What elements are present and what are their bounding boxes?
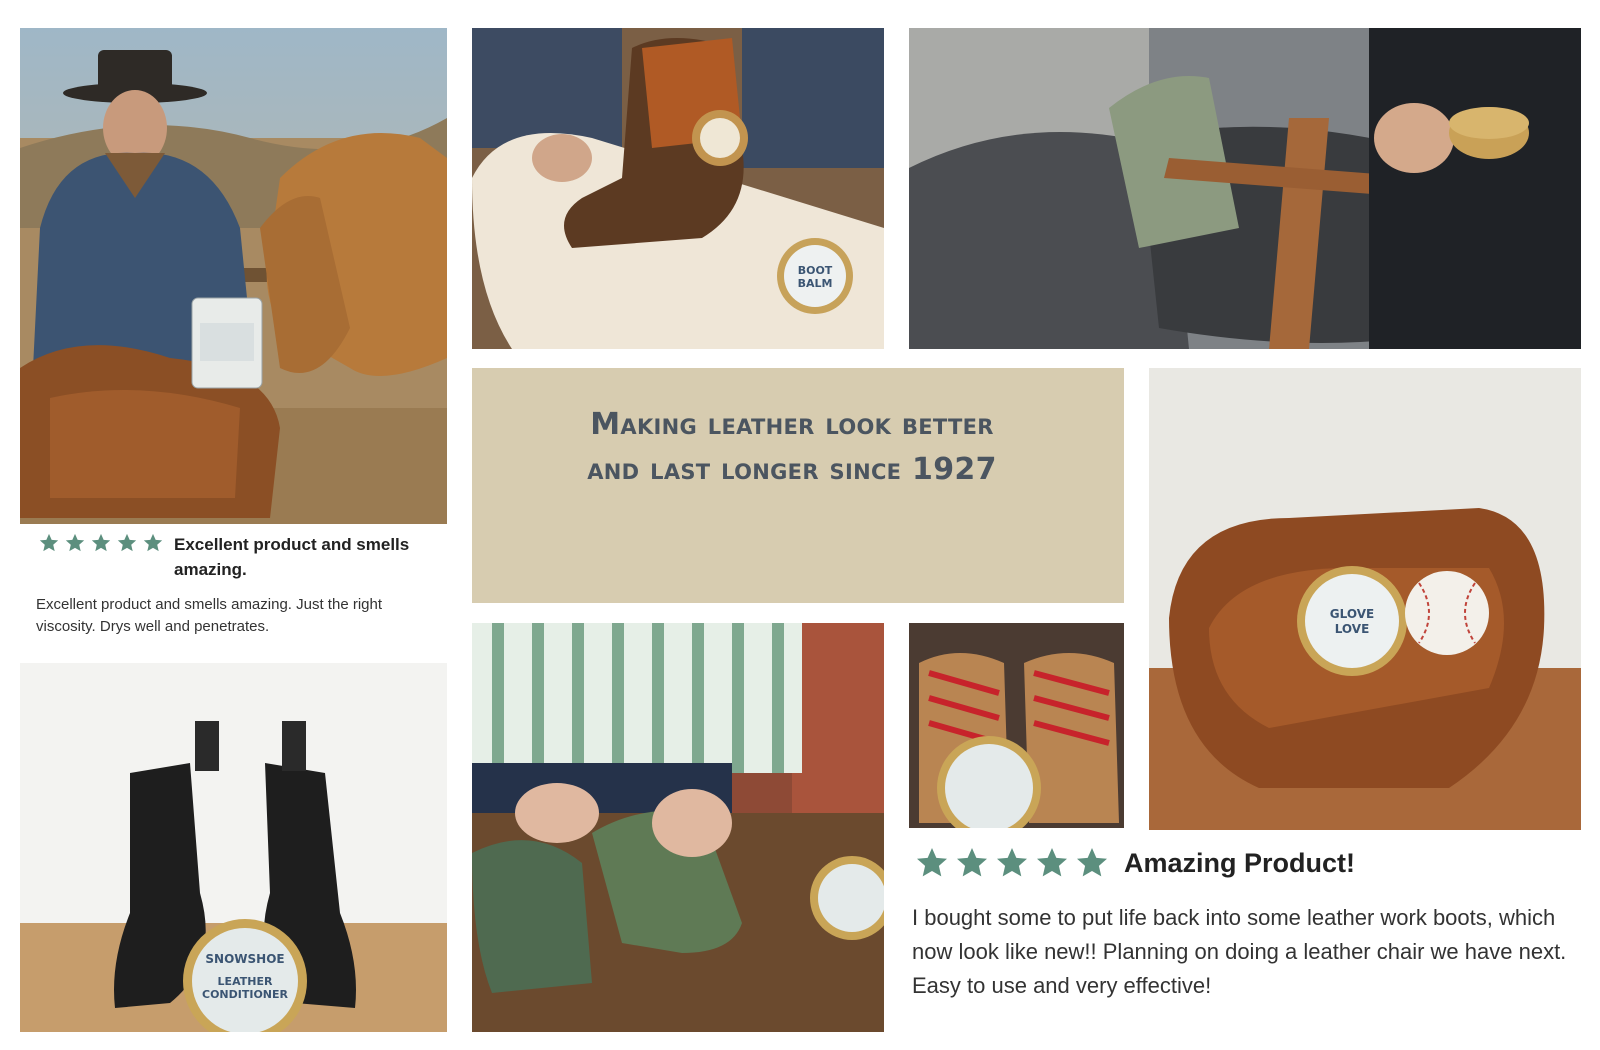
conditioner-label-l2: CONDITIONER (202, 988, 289, 1001)
brand-label: SNOWSHOE (205, 952, 284, 966)
glove-love-label-l2: LOVE (1335, 622, 1370, 636)
review-title: Amazing Product! (1124, 847, 1356, 878)
boot-balm-label-l2: BALM (798, 277, 833, 290)
photo-saddlebag-gloves (909, 28, 1581, 349)
tagline-line-2: and last longer since 1927 (587, 452, 997, 487)
tagline-line-1: Making leather look better (590, 407, 994, 442)
photo-cowboy-horse-saddle (20, 28, 447, 524)
review-body: I bought some to put life back into some… (912, 905, 1567, 998)
glove-love-label-l1: GLOVE (1330, 607, 1374, 621)
tagline-banner: Making leather look better and last long… (472, 368, 1124, 603)
star-icon (114, 532, 140, 554)
photo-boot-balm-application: BOOT BALM (472, 28, 884, 349)
review-body: Excellent product and smells amazing. Ju… (36, 596, 383, 635)
star-icon (140, 532, 166, 554)
star-icon (88, 532, 114, 554)
photo-baseball-glove: GLOVE LOVE (1149, 368, 1581, 830)
star-icon (992, 845, 1032, 881)
review-title: Excellent product and smells amazing. (174, 535, 410, 579)
star-rating (912, 845, 1112, 881)
photo-hiking-boots-red-laces (909, 623, 1124, 828)
boot-balm-label-l1: BOOT (798, 264, 833, 277)
star-rating (36, 532, 166, 554)
star-icon (912, 845, 952, 881)
star-icon (952, 845, 992, 881)
tagline-heading: Making leather look better and last long… (472, 402, 1112, 492)
star-icon (1072, 845, 1112, 881)
star-icon (1032, 845, 1072, 881)
star-icon (36, 532, 62, 554)
star-icon (62, 532, 88, 554)
conditioner-label-l1: LEATHER (218, 975, 273, 988)
review-card-2: Amazing Product! I bought some to put li… (912, 845, 1600, 1003)
photo-gloves-treatment (472, 623, 884, 1032)
photo-chelsea-boots-conditioner: SNOWSHOE LEATHER CONDITIONER (20, 663, 447, 1032)
review-card-1: Excellent product and smells amazing. Ex… (36, 532, 446, 638)
